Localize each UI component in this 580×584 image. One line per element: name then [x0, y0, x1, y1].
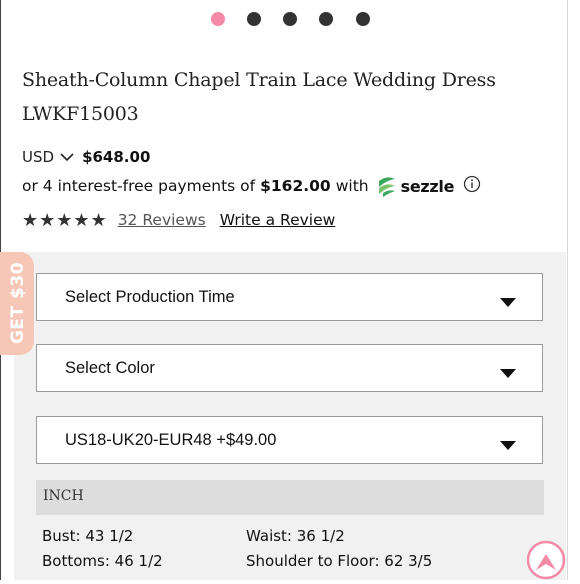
installment-prefix: or 4 interest-free payments of [22, 177, 256, 195]
installment-suffix: with [335, 177, 369, 195]
currency-selector[interactable]: USD [22, 148, 54, 166]
measurement-waist: Waist: 36 1/2 [246, 527, 345, 545]
measurement-bust: Bust: 43 1/2 [42, 527, 133, 545]
carousel-dot[interactable] [319, 12, 333, 26]
select-label: Select Production Time [65, 288, 235, 306]
installment-amount: $162.00 [260, 177, 331, 195]
dropdown-arrow-icon [500, 364, 516, 383]
carousel-dot-active[interactable] [211, 12, 225, 26]
dropdown-arrow-icon [500, 436, 516, 455]
unit-header: INCH [36, 480, 544, 515]
carousel-dot[interactable] [356, 12, 370, 26]
product-title: Sheath-Column Chapel Train Lace Wedding … [22, 63, 522, 131]
measurement-value: 62 3/5 [384, 552, 433, 570]
unit-label: INCH [43, 488, 84, 504]
carousel-dot[interactable] [247, 12, 261, 26]
measurement-label: Bust: [42, 527, 81, 545]
sezzle-logo[interactable]: sezzle [377, 175, 455, 197]
write-review-link[interactable]: Write a Review [220, 211, 336, 229]
dropdown-arrow-icon [500, 293, 516, 312]
measurement-label: Waist: [246, 527, 292, 545]
right-edge [567, 0, 568, 580]
sezzle-wordmark: sezzle [400, 176, 455, 196]
reviews-link[interactable]: 32 Reviews [118, 211, 206, 229]
product-price: $648.00 [82, 148, 151, 166]
promo-label: GET $30 [8, 261, 28, 345]
arrow-up-icon [526, 540, 566, 580]
chevron-down-icon[interactable] [60, 148, 74, 166]
size-select[interactable]: US18-UK20-EUR48 +$49.00 [36, 416, 543, 464]
promo-tab[interactable]: GET $30 [0, 252, 34, 355]
measurement-value: 36 1/2 [296, 527, 345, 545]
installment-info: or 4 interest-free payments of $162.00 w… [22, 175, 481, 197]
rating-stars: ★★★★★ [22, 209, 108, 231]
product-sku: LWKF15003 [22, 103, 139, 125]
select-label: US18-UK20-EUR48 +$49.00 [65, 431, 277, 449]
color-select[interactable]: Select Color [36, 344, 543, 392]
price-row: USD $648.00 [22, 146, 150, 168]
info-icon[interactable] [463, 175, 481, 197]
measurement-value: 46 1/2 [114, 552, 163, 570]
back-to-top-button[interactable] [526, 540, 566, 580]
product-title-line: Sheath-Column Chapel Train Lace Wedding … [22, 69, 496, 91]
carousel-dots [0, 12, 580, 28]
reviews-row: ★★★★★ 32 Reviews Write a Review [22, 209, 335, 231]
select-label: Select Color [65, 359, 155, 377]
measurement-value: 43 1/2 [85, 527, 134, 545]
measurement-shoulder-to-floor: Shoulder to Floor: 62 3/5 [246, 552, 432, 570]
measurement-bottoms: Bottoms: 46 1/2 [42, 552, 163, 570]
measurement-label: Shoulder to Floor: [246, 552, 380, 570]
production-time-select[interactable]: Select Production Time [36, 273, 543, 321]
measurement-label: Bottoms: [42, 552, 110, 570]
sezzle-leaf-icon [378, 177, 395, 197]
carousel-dot[interactable] [283, 12, 297, 26]
